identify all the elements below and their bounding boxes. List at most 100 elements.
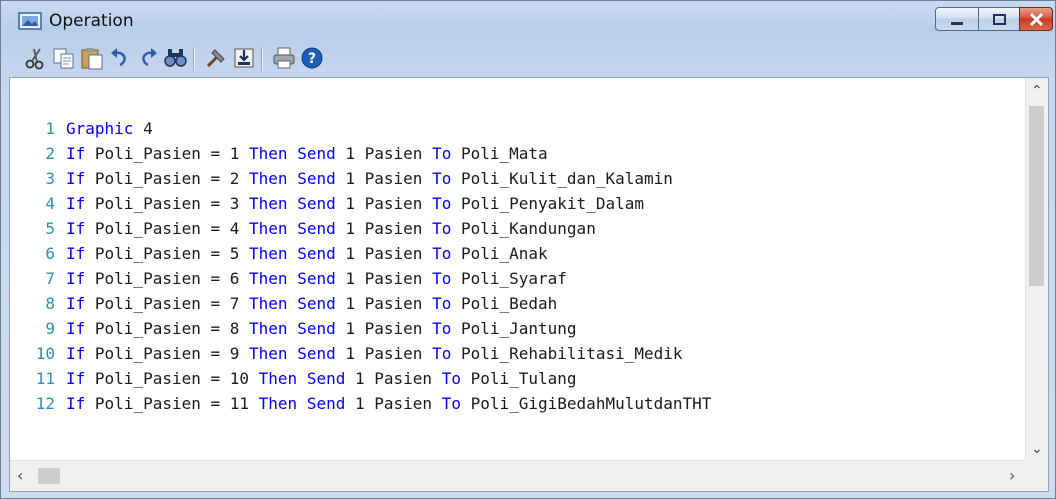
find-icon[interactable] — [163, 45, 189, 71]
redo-icon[interactable] — [135, 45, 161, 71]
code-text: Poli_Pasien = 8 — [85, 319, 250, 338]
code-line[interactable]: 12 If Poli_Pasien = 11 Then Send 1 Pasien… — [10, 391, 1025, 416]
code-text: Poli_Pasien = 9 — [85, 344, 250, 363]
keyword-token: Send — [306, 394, 346, 413]
code-line[interactable]: 11 If Poli_Pasien = 10 Then Send 1 Pasien… — [10, 366, 1025, 391]
horizontal-scroll-thumb[interactable] — [38, 468, 60, 484]
vertical-scroll-thumb[interactable] — [1029, 106, 1044, 286]
code-line[interactable]: 10 If Poli_Pasien = 9 Then Send 1 Pasien … — [10, 341, 1025, 366]
print-icon[interactable] — [271, 45, 297, 71]
undo-icon[interactable] — [107, 45, 133, 71]
keyword-token: If — [66, 369, 86, 388]
code-text: Poli_Anak — [451, 244, 548, 263]
build-icon[interactable] — [203, 45, 229, 71]
code-line[interactable]: 4 If Poli_Pasien = 3 Then Send 1 Pasien T… — [10, 191, 1025, 216]
toolbar-separator — [193, 47, 195, 71]
keyword-token: Then — [258, 394, 298, 413]
scroll-up-icon[interactable]: ⌃ — [1031, 84, 1043, 98]
vertical-scrollbar[interactable]: ⌃ ⌄ — [1025, 78, 1048, 461]
code-text: Poli_Mata — [451, 144, 548, 163]
keyword-token: Then — [258, 369, 298, 388]
keyword-token: If — [66, 394, 86, 413]
scroll-left-icon[interactable]: ‹ — [17, 468, 23, 484]
keyword-token: Send — [297, 344, 336, 363]
code-text: Poli_Pasien = 7 — [85, 294, 250, 313]
copy-icon[interactable] — [51, 45, 77, 71]
keyword-token: If — [66, 144, 86, 163]
line-number: 5 — [45, 219, 55, 238]
keyword-token: If — [66, 219, 86, 238]
line-number: 3 — [45, 169, 55, 188]
horizontal-scrollbar[interactable]: ‹ › — [10, 460, 1026, 491]
line-number: 11 — [35, 369, 55, 388]
keyword-token: To — [441, 369, 461, 388]
window-title: Operation — [49, 11, 134, 31]
code-text: 1 Pasien — [335, 144, 433, 163]
keyword-token: Send — [297, 144, 336, 163]
keyword-token: Then — [249, 219, 288, 238]
code-text: 1 Pasien — [335, 194, 433, 213]
code-text: 1 Pasien — [335, 294, 433, 313]
save-icon[interactable] — [231, 45, 257, 71]
code-text: Poli_Tulang — [460, 369, 577, 388]
code-editor[interactable]: 1 Graphic 4 2 If Poli_Pasien = 1 Then Send … — [9, 77, 1049, 492]
code-text: Poli_Pasien = 5 — [85, 244, 250, 263]
keyword-token: To — [441, 394, 461, 413]
scroll-right-icon[interactable]: › — [1009, 468, 1015, 484]
code-line[interactable]: 5 If Poli_Pasien = 4 Then Send 1 Pasien T… — [10, 216, 1025, 241]
toolbar: ? — [13, 43, 1013, 73]
close-button[interactable] — [1019, 7, 1053, 31]
keyword-token: To — [432, 319, 452, 338]
keyword-token: Send — [306, 369, 346, 388]
line-number: 4 — [45, 194, 55, 213]
code-line[interactable]: 2 If Poli_Pasien = 1 Then Send 1 Pasien T… — [10, 141, 1025, 166]
app-icon — [18, 12, 42, 30]
code-text: 1 Pasien — [345, 369, 442, 388]
paste-icon[interactable] — [79, 45, 105, 71]
keyword-token: If — [66, 194, 86, 213]
scrollbar-corner — [1026, 461, 1048, 491]
keyword-token: Then — [249, 294, 288, 313]
keyword-token: Then — [249, 169, 288, 188]
code-text: Poli_Jantung — [451, 319, 577, 338]
keyword-token: Then — [249, 344, 288, 363]
code-line[interactable]: 6 If Poli_Pasien = 5 Then Send 1 Pasien T… — [10, 241, 1025, 266]
code-line[interactable]: 7 If Poli_Pasien = 6 Then Send 1 Pasien T… — [10, 266, 1025, 291]
keyword-token: If — [66, 269, 86, 288]
code-text: Poli_Pasien = 1 — [85, 144, 250, 163]
code-text: Poli_Pasien = 4 — [85, 219, 250, 238]
keyword-token: If — [66, 244, 86, 263]
code-line[interactable]: 1 Graphic 4 — [10, 116, 1025, 141]
title-bar[interactable]: Operation — [1, 1, 1055, 39]
line-number: 7 — [45, 269, 55, 288]
line-number: 2 — [45, 144, 55, 163]
minimize-button[interactable] — [935, 7, 979, 31]
keyword-token: Send — [297, 294, 336, 313]
keyword-token: Then — [249, 194, 288, 213]
keyword-token: Send — [297, 219, 336, 238]
code-line[interactable]: 3 If Poli_Pasien = 2 Then Send 1 Pasien T… — [10, 166, 1025, 191]
code-line[interactable]: 9 If Poli_Pasien = 8 Then Send 1 Pasien T… — [10, 316, 1025, 341]
keyword-token: To — [432, 169, 452, 188]
maximize-button[interactable] — [978, 7, 1020, 31]
code-text: Poli_Rehabilitasi_Medik — [451, 344, 683, 363]
code-text: Poli_Kandungan — [451, 219, 596, 238]
code-text: 1 Pasien — [335, 344, 433, 363]
code-text: 1 Pasien — [335, 219, 433, 238]
code-text: 4 — [133, 119, 153, 138]
line-number: 1 — [45, 119, 55, 138]
keyword-token: If — [66, 294, 86, 313]
code-line[interactable]: 8 If Poli_Pasien = 7 Then Send 1 Pasien T… — [10, 291, 1025, 316]
line-number: 10 — [35, 344, 55, 363]
keyword-token: Then — [249, 269, 288, 288]
cut-icon[interactable] — [23, 45, 49, 71]
code-text: Poli_Syaraf — [451, 269, 567, 288]
toolbar-separator — [261, 47, 263, 71]
help-icon[interactable]: ? — [299, 45, 325, 71]
scroll-down-icon[interactable]: ⌄ — [1031, 442, 1043, 456]
